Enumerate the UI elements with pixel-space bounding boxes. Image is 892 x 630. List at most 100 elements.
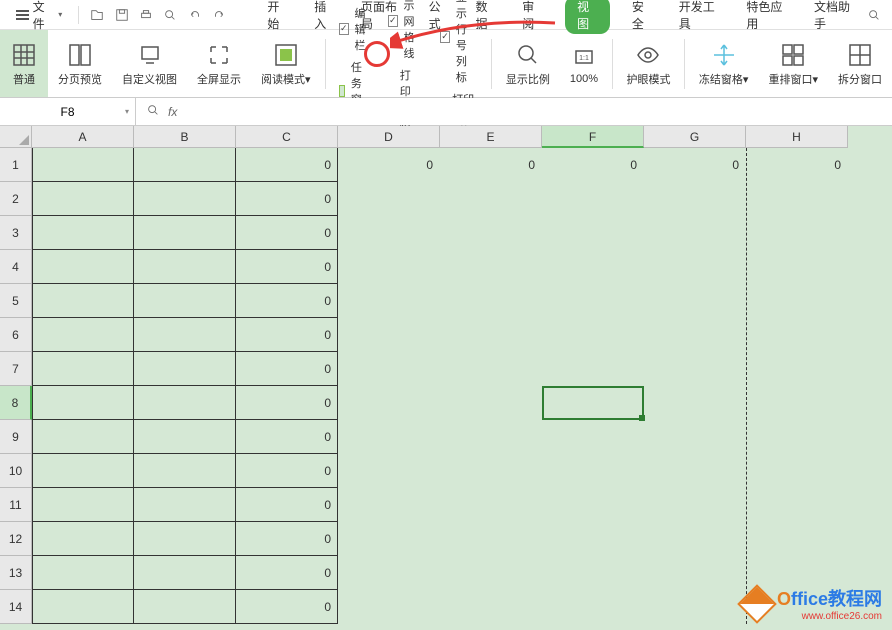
cell-A10[interactable]	[32, 454, 134, 488]
chevron-down-icon[interactable]: ▾	[125, 107, 129, 116]
search-fx-icon[interactable]	[146, 103, 160, 120]
cell-G10[interactable]	[644, 454, 746, 488]
cell-H9[interactable]	[746, 420, 848, 454]
cell-F10[interactable]	[542, 454, 644, 488]
cell-reference-input[interactable]	[23, 105, 113, 119]
cell-G12[interactable]	[644, 522, 746, 556]
cell-E8[interactable]	[440, 386, 542, 420]
col-header-H[interactable]: H	[746, 126, 848, 148]
view-normal-button[interactable]: 普通	[0, 30, 48, 97]
cell-B1[interactable]	[134, 148, 236, 182]
cell-F11[interactable]	[542, 488, 644, 522]
cell-D5[interactable]	[338, 284, 440, 318]
cell-G2[interactable]	[644, 182, 746, 216]
cell-D4[interactable]	[338, 250, 440, 284]
cell-H1[interactable]: 0	[746, 148, 848, 182]
cell-C6[interactable]: 0	[236, 318, 338, 352]
cell-E3[interactable]	[440, 216, 542, 250]
cell-D10[interactable]	[338, 454, 440, 488]
cell-F3[interactable]	[542, 216, 644, 250]
cell-B10[interactable]	[134, 454, 236, 488]
cell-H11[interactable]	[746, 488, 848, 522]
cell-B4[interactable]	[134, 250, 236, 284]
cell-B9[interactable]	[134, 420, 236, 454]
cell-H12[interactable]	[746, 522, 848, 556]
tab-special[interactable]: 特色应用	[742, 0, 792, 34]
row-header-1[interactable]: 1	[0, 148, 32, 182]
cell-H6[interactable]	[746, 318, 848, 352]
cell-D12[interactable]	[338, 522, 440, 556]
cell-G3[interactable]	[644, 216, 746, 250]
row-header-8[interactable]: 8	[0, 386, 32, 420]
cell-D3[interactable]	[338, 216, 440, 250]
cell-F4[interactable]	[542, 250, 644, 284]
fx-icon[interactable]: fx	[168, 105, 177, 119]
cell-B13[interactable]	[134, 556, 236, 590]
row-header-5[interactable]: 5	[0, 284, 32, 318]
cell-C9[interactable]: 0	[236, 420, 338, 454]
fullscreen-button[interactable]: 全屏显示	[187, 30, 251, 97]
print-preview-icon[interactable]	[160, 4, 180, 26]
cell-A12[interactable]	[32, 522, 134, 556]
cell-F2[interactable]	[542, 182, 644, 216]
row-header-3[interactable]: 3	[0, 216, 32, 250]
cell-B2[interactable]	[134, 182, 236, 216]
cell-E2[interactable]	[440, 182, 542, 216]
cell-G6[interactable]	[644, 318, 746, 352]
cell-A5[interactable]	[32, 284, 134, 318]
select-all-corner[interactable]	[0, 126, 32, 148]
cell-G14[interactable]	[644, 590, 746, 624]
cell-E4[interactable]	[440, 250, 542, 284]
split-window-button[interactable]: 拆分窗口	[828, 30, 892, 97]
cell-D1[interactable]: 0	[338, 148, 440, 182]
tab-dev-tools[interactable]: 开发工具	[675, 0, 725, 34]
cell-C3[interactable]: 0	[236, 216, 338, 250]
cell-G7[interactable]	[644, 352, 746, 386]
col-header-F[interactable]: F	[542, 126, 644, 148]
row-header-10[interactable]: 10	[0, 454, 32, 488]
row-header-12[interactable]: 12	[0, 522, 32, 556]
cell-E1[interactable]: 0	[440, 148, 542, 182]
cell-G1[interactable]: 0	[644, 148, 746, 182]
tab-start[interactable]: 开始	[263, 0, 292, 34]
save-icon[interactable]	[112, 4, 132, 26]
cell-G4[interactable]	[644, 250, 746, 284]
row-header-2[interactable]: 2	[0, 182, 32, 216]
row-header-14[interactable]: 14	[0, 590, 32, 624]
zoom-100-button[interactable]: 1:1 100%	[560, 30, 608, 97]
cell-A7[interactable]	[32, 352, 134, 386]
cell-C8[interactable]: 0	[236, 386, 338, 420]
cell-D13[interactable]	[338, 556, 440, 590]
col-header-G[interactable]: G	[644, 126, 746, 148]
cell-B6[interactable]	[134, 318, 236, 352]
cell-A11[interactable]	[32, 488, 134, 522]
cell-G5[interactable]	[644, 284, 746, 318]
cell-A1[interactable]	[32, 148, 134, 182]
tab-view[interactable]: 视图	[565, 0, 610, 34]
undo-icon[interactable]	[185, 4, 205, 26]
zoom-button[interactable]: 显示比例	[496, 30, 560, 97]
cell-C13[interactable]: 0	[236, 556, 338, 590]
cell-C7[interactable]: 0	[236, 352, 338, 386]
cell-F14[interactable]	[542, 590, 644, 624]
cell-D7[interactable]	[338, 352, 440, 386]
cell-G9[interactable]	[644, 420, 746, 454]
row-header-7[interactable]: 7	[0, 352, 32, 386]
cell-A13[interactable]	[32, 556, 134, 590]
row-header-11[interactable]: 11	[0, 488, 32, 522]
cell-B3[interactable]	[134, 216, 236, 250]
col-header-B[interactable]: B	[134, 126, 236, 148]
cell-D11[interactable]	[338, 488, 440, 522]
cell-A14[interactable]	[32, 590, 134, 624]
cell-C4[interactable]: 0	[236, 250, 338, 284]
cell-G8[interactable]	[644, 386, 746, 420]
cell-A6[interactable]	[32, 318, 134, 352]
rearrange-button[interactable]: 重排窗口▾	[758, 30, 828, 97]
cell-B7[interactable]	[134, 352, 236, 386]
cell-H10[interactable]	[746, 454, 848, 488]
cell-F9[interactable]	[542, 420, 644, 454]
cell-B5[interactable]	[134, 284, 236, 318]
row-header-4[interactable]: 4	[0, 250, 32, 284]
custom-view-button[interactable]: 自定义视图	[112, 30, 187, 97]
row-header-13[interactable]: 13	[0, 556, 32, 590]
